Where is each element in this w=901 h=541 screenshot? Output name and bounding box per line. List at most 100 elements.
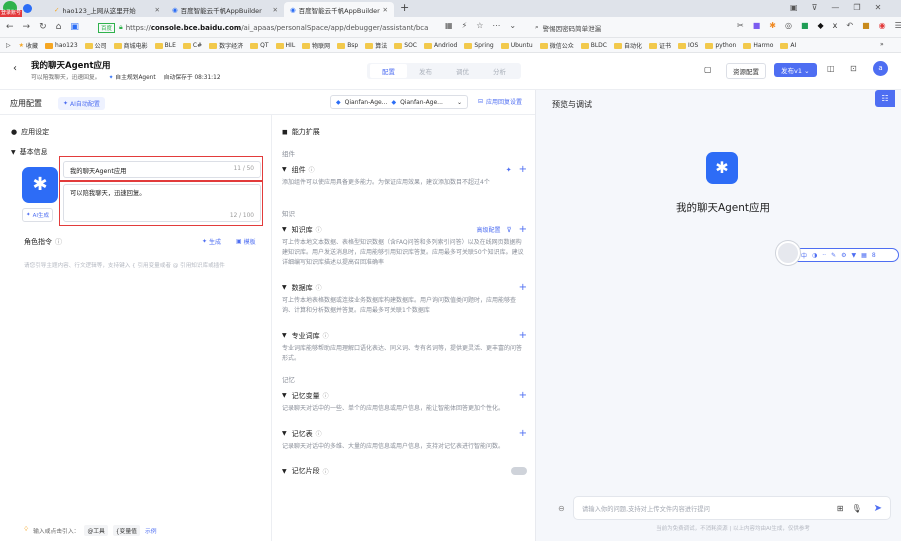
- help-icon[interactable]: ⓘ: [316, 429, 322, 438]
- ability-item-header[interactable]: ▼ 数据库 ⓘ +: [282, 282, 527, 293]
- bookmark-item[interactable]: BLDC: [580, 42, 607, 49]
- ai-config-button[interactable]: ✦ AI自动配置: [58, 97, 105, 110]
- ext-green-icon[interactable]: ■: [801, 21, 809, 30]
- add-icon[interactable]: +: [519, 330, 527, 341]
- ext-orange-icon[interactable]: ✱: [769, 21, 776, 30]
- bookmark-item[interactable]: Harmo: [743, 42, 773, 49]
- bookmark-item[interactable]: Bsp: [337, 42, 358, 49]
- ai-generate-button[interactable]: ✦ AI生成: [22, 208, 53, 222]
- tab-tuning[interactable]: 调优: [444, 64, 481, 78]
- bookmark-item[interactable]: 算法: [365, 41, 387, 50]
- bookmark-star[interactable]: ★ 收藏: [19, 41, 38, 50]
- home-icon[interactable]: ⌂: [56, 22, 62, 32]
- add-icon[interactable]: +: [519, 428, 527, 439]
- tab-analysis[interactable]: 分析: [481, 64, 518, 78]
- advanced-config-link[interactable]: 高级配置: [476, 225, 500, 234]
- bookmark-item[interactable]: 证书: [649, 41, 671, 50]
- window-close-icon[interactable]: ✕: [875, 3, 882, 12]
- sidebar-toggle-icon[interactable]: ▷: [6, 42, 11, 49]
- bookmark-item[interactable]: hao123: [45, 42, 78, 49]
- side-float-icon[interactable]: ☷: [875, 90, 895, 107]
- ext-purple-icon[interactable]: ■: [753, 21, 761, 30]
- preview-toggle-icon[interactable]: ▢: [704, 65, 712, 74]
- send-icon[interactable]: ➤: [874, 503, 882, 514]
- bookmark-item[interactable]: SOC: [394, 42, 417, 49]
- bookmark-item[interactable]: 物联网: [302, 41, 330, 50]
- help-icon[interactable]: ⓘ: [316, 225, 322, 234]
- restore-icon[interactable]: ❐: [853, 3, 860, 12]
- lightning-icon[interactable]: ⚡︎: [462, 21, 468, 30]
- tab-publish[interactable]: 发布: [407, 64, 444, 78]
- role-template-button[interactable]: ▣ 模板: [236, 237, 256, 246]
- help-icon[interactable]: ⓘ: [55, 237, 62, 247]
- add-icon[interactable]: +: [519, 224, 527, 235]
- ability-item-header[interactable]: ▼ 记忆表 ⓘ +: [282, 428, 527, 439]
- ext-circle-icon[interactable]: ◎: [785, 21, 792, 30]
- bookmark-item[interactable]: Andriod: [424, 42, 457, 49]
- memory-toggle[interactable]: [511, 467, 527, 475]
- example-link[interactable]: 示例: [145, 526, 157, 535]
- tab-search-icon[interactable]: ▣: [790, 3, 798, 12]
- upload-icon[interactable]: ⊞: [837, 504, 844, 513]
- tab-appbuilder-2[interactable]: ◉ 百度智能云千帆AppBuilder ✕: [284, 2, 394, 17]
- close-icon[interactable]: ✕: [155, 6, 160, 14]
- reload-icon[interactable]: ↻: [39, 22, 47, 32]
- add-icon[interactable]: +: [519, 282, 527, 293]
- search-box[interactable]: ⌕ 警惕因密码简单泄漏: [535, 20, 715, 35]
- bookmark-item[interactable]: QT: [250, 42, 269, 49]
- help-icon[interactable]: ⓘ: [316, 283, 322, 292]
- close-icon[interactable]: ✕: [273, 6, 278, 14]
- bookmark-item[interactable]: BLE: [154, 42, 176, 49]
- back-icon[interactable]: ←: [6, 22, 14, 32]
- forward-icon[interactable]: →: [23, 22, 31, 32]
- filter-icon[interactable]: ⊽: [506, 226, 511, 234]
- tab-list-icon[interactable]: [23, 4, 32, 13]
- ability-item-header[interactable]: ▼ 记忆片段 ⓘ: [282, 466, 527, 476]
- back-button[interactable]: ‹: [13, 63, 17, 74]
- variable-chip[interactable]: {变量值: [112, 525, 140, 536]
- docs-icon[interactable]: ◫: [827, 64, 835, 73]
- resource-config-button[interactable]: 资源配置: [726, 63, 766, 79]
- minimize-icon[interactable]: —: [831, 3, 839, 12]
- tab-config[interactable]: 配置: [370, 64, 407, 78]
- role-prompt-textarea[interactable]: 请您引导主题内容、行文逻辑等，支持键入 { 引用变量或者 @ 引用知识库或插件: [24, 262, 262, 271]
- ext-ring-icon[interactable]: ◉: [879, 21, 886, 30]
- tab-appbuilder-1[interactable]: ◉ 百度智能云千帆AppBuilder ✕: [166, 2, 284, 17]
- clear-chat-icon[interactable]: ⊖: [558, 504, 565, 513]
- avatar[interactable]: a: [873, 61, 888, 76]
- chat-input[interactable]: 请输入你的问题,支持对上传文件内容进行提问 ⊞ 🎙︎ ➤: [573, 496, 891, 520]
- reply-setting-link[interactable]: ⊟ 应用回复设置: [478, 97, 522, 106]
- ability-item-header[interactable]: ▼ 组件 ⓘ ✦ +: [282, 164, 527, 175]
- tool-chip[interactable]: @工具: [84, 525, 108, 536]
- bookmark-item[interactable]: 数字经济: [209, 41, 243, 50]
- bookmark-item[interactable]: HIL: [275, 42, 295, 49]
- ability-item-header[interactable]: ▼ 知识库 ⓘ 高级配置 ⊽ +: [282, 224, 527, 235]
- bookmark-item[interactable]: 自动化: [613, 41, 642, 50]
- help-icon[interactable]: ⓘ: [323, 391, 329, 400]
- bookmark-item[interactable]: IOS: [678, 42, 698, 49]
- help-icon[interactable]: ⓘ: [323, 467, 329, 476]
- star-icon[interactable]: ☆: [476, 21, 483, 30]
- tab-hao123[interactable]: ✓ hao123_上网从这里开始 ✕: [48, 2, 166, 17]
- bookmarks-more[interactable]: »: [880, 41, 884, 48]
- ability-item-header[interactable]: ▼ 记忆变量 ⓘ +: [282, 390, 527, 401]
- ext-bag-icon[interactable]: ■: [862, 21, 870, 30]
- ability-item-header[interactable]: ▼ 专业词库 ⓘ +: [282, 330, 527, 341]
- add-icon[interactable]: +: [519, 164, 527, 175]
- app-icon[interactable]: ✱: [22, 167, 58, 203]
- bookmark-item[interactable]: C#: [182, 42, 202, 49]
- publish-button[interactable]: 发布v1 ⌄: [774, 63, 817, 77]
- extension-icon[interactable]: ▣: [70, 22, 79, 32]
- feedback-icon[interactable]: ⊡: [850, 64, 857, 73]
- help-icon[interactable]: ⓘ: [309, 165, 315, 174]
- bookmark-item[interactable]: 商城电影: [113, 41, 148, 50]
- bookmark-item[interactable]: AI: [780, 42, 796, 49]
- undo-icon[interactable]: ↶: [846, 21, 853, 30]
- model-selector[interactable]: ◆ Qianfan-Age... ◆ Qianfan-Age... ⌄: [330, 95, 468, 109]
- bookmark-item[interactable]: 公司: [84, 41, 107, 50]
- pin-icon[interactable]: ⊽: [812, 3, 818, 12]
- close-icon[interactable]: ✕: [383, 6, 388, 14]
- basic-info-toggle[interactable]: ▼ 基本信息: [11, 147, 48, 157]
- ext-bird-icon[interactable]: ◆: [818, 21, 824, 30]
- mic-icon[interactable]: 🎙︎: [851, 504, 861, 513]
